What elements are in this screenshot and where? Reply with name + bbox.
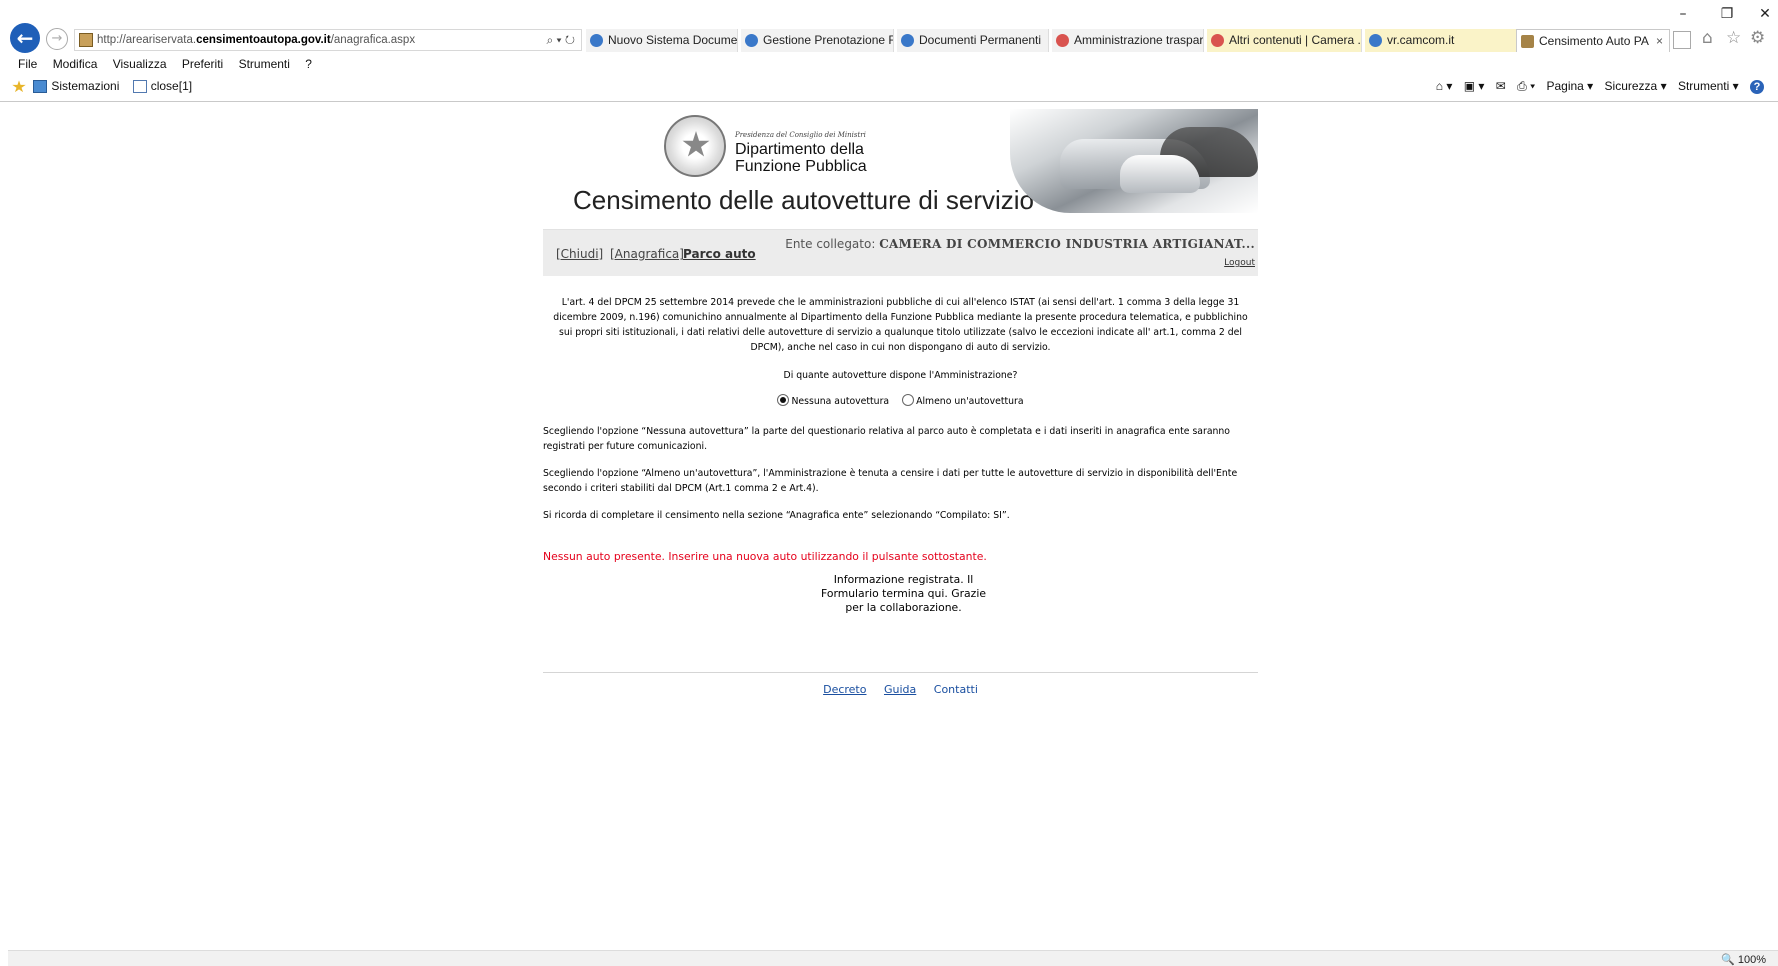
tab-label: vr.camcom.it <box>1387 33 1455 47</box>
tab-nuovo-sistema[interactable]: Nuovo Sistema Docume... <box>586 29 738 52</box>
error-message: Nessun auto presente. Inserire una nuova… <box>543 550 987 563</box>
close-window-button[interactable]: ✕ <box>1750 6 1778 22</box>
site-nav: [Chiudi] [Anagrafica] Parco auto Ente co… <box>543 229 1258 276</box>
menu-pagina[interactable]: Pagina ▾ <box>1546 79 1593 93</box>
command-bar: ⌂ ▾ ▣ ▾ ✉ ⎙ ▾ Pagina ▾ Sicurezza ▾ Strum… <box>1428 79 1764 94</box>
ie-page-icon <box>33 80 48 94</box>
print-icon[interactable]: ⎙ ▾ <box>1517 79 1535 93</box>
page-icon <box>1521 35 1534 48</box>
tab-vr-camcom[interactable]: vr.camcom.it <box>1365 29 1517 52</box>
zoom-level[interactable]: 🔍 100% <box>1721 953 1766 966</box>
tab-label: Censimento Auto PA <box>1539 34 1649 48</box>
page-content: Presidenza del Consiglio dei Ministri Di… <box>543 107 1258 696</box>
close-tab-icon[interactable]: × <box>1656 30 1663 52</box>
help-icon[interactable]: ? <box>1750 80 1764 94</box>
site-header: Presidenza del Consiglio dei Ministri Di… <box>543 107 1258 225</box>
ie-icon <box>1369 34 1382 47</box>
site-favicon-icon <box>79 33 93 47</box>
favorite-sistemazioni[interactable]: Sistemazioni <box>51 79 119 93</box>
tab-label: Documenti Permanenti <box>919 33 1042 47</box>
site-icon <box>1056 34 1069 47</box>
address-domain: censimentoautopa.gov.it <box>196 34 331 46</box>
site-icon <box>1211 34 1224 47</box>
ente-collegato: Ente collegato: CAMERA DI COMMERCIO INDU… <box>785 237 1255 251</box>
menu-modifica[interactable]: Modifica <box>53 57 98 71</box>
address-path: /anagrafica.aspx <box>330 34 416 46</box>
tab-censimento-auto-pa[interactable]: Censimento Auto PA × <box>1516 29 1670 52</box>
new-tab-button[interactable] <box>1673 31 1691 49</box>
mail-icon[interactable]: ✉ <box>1496 79 1506 93</box>
option-some-explanation: Scegliendo l'opzione “Almeno un'autovett… <box>543 468 1238 494</box>
minimize-button[interactable]: – <box>1668 6 1698 22</box>
tab-label: Amministrazione traspar... <box>1074 33 1204 47</box>
feeds-icon[interactable]: ▣ ▾ <box>1464 79 1485 93</box>
menu-bar: File Modifica Visualizza Preferiti Strum… <box>18 57 324 71</box>
menu-preferiti[interactable]: Preferiti <box>182 57 223 71</box>
favorites-star-icon[interactable] <box>12 80 26 93</box>
tab-label: Gestione Prenotazione R... <box>763 33 894 47</box>
radio-nessuna-autovettura[interactable] <box>777 394 790 406</box>
address-tools[interactable]: ⌕ ▾ ↻ <box>546 30 575 50</box>
intro-text: L'art. 4 del DPCM 25 settembre 2014 prev… <box>553 297 1248 353</box>
status-bar: 🔍 100% <box>8 950 1778 966</box>
home-icon[interactable]: ⌂ ▾ <box>1436 79 1453 93</box>
ente-label: Ente collegato: <box>785 237 876 251</box>
tab-altri-contenuti[interactable]: Altri contenuti | Camera ... <box>1207 29 1362 52</box>
tab-documenti-permanenti[interactable]: Documenti Permanenti <box>897 29 1049 52</box>
favorites-bar: Sistemazioni close[1] <box>12 79 192 94</box>
dept-line1: Dipartimento della <box>735 141 864 158</box>
italian-republic-emblem-icon <box>664 115 726 177</box>
menu-visualizza[interactable]: Visualizza <box>113 57 167 71</box>
tab-gestione-prenotazione[interactable]: Gestione Prenotazione R... <box>741 29 894 52</box>
cars-banner-image <box>1010 109 1258 213</box>
option-none-explanation: Scegliendo l'opzione “Nessuna autovettur… <box>543 426 1230 452</box>
dept-line2: Funzione Pubblica <box>735 158 867 175</box>
ente-name: CAMERA DI COMMERCIO INDUSTRIA ARTIGIANAT… <box>879 237 1255 251</box>
vehicle-count-radio-group: Nessuna autovettura Almeno un'autovettur… <box>543 394 1258 407</box>
footer-guida-link[interactable]: Guida <box>884 683 916 696</box>
reminder-text: Si ricorda di completare il censimento n… <box>543 510 1010 521</box>
presidenza-label: Presidenza del Consiglio dei Ministri <box>735 131 866 139</box>
home-icon[interactable]: ⌂ <box>1702 28 1713 48</box>
restore-button[interactable]: ❐ <box>1712 6 1742 22</box>
tab-label: Altri contenuti | Camera ... <box>1229 33 1362 47</box>
ie-icon <box>745 34 758 47</box>
settings-gear-icon[interactable]: ⚙ <box>1750 28 1765 48</box>
back-button[interactable]: ← <box>10 23 40 53</box>
browser-chrome: – ❐ ✕ ← → http://areariservata.censiment… <box>0 0 1778 102</box>
address-prefix: http://areariservata. <box>97 34 197 46</box>
favorite-close[interactable]: close[1] <box>151 79 192 93</box>
menu-strumenti[interactable]: Strumenti <box>239 57 290 71</box>
tab-amministrazione-trasparente[interactable]: Amministrazione traspar... <box>1052 29 1204 52</box>
nav-anagrafica-link[interactable]: [Anagrafica] <box>610 247 684 261</box>
radio-label-none[interactable]: Nessuna autovettura <box>791 396 889 407</box>
department-name: Dipartimento della Funzione Pubblica <box>735 141 867 175</box>
document-icon <box>132 80 147 94</box>
radio-label-some[interactable]: Almeno un'autovettura <box>916 396 1023 407</box>
confirmation-message: Informazione registrata. Il Formulario t… <box>821 573 986 614</box>
nav-parco-auto-link[interactable]: Parco auto <box>683 247 756 261</box>
footer-decreto-link[interactable]: Decreto <box>823 683 866 696</box>
footer-contatti-link[interactable]: Contatti <box>934 683 978 696</box>
radio-almeno-una-autovettura[interactable] <box>902 394 915 406</box>
logout-link[interactable]: Logout <box>1224 258 1255 268</box>
favorites-star-icon[interactable]: ☆ <box>1726 28 1741 48</box>
ie-icon <box>901 34 914 47</box>
menu-file[interactable]: File <box>18 57 37 71</box>
nav-chiudi-link[interactable]: [Chiudi] <box>556 247 603 261</box>
tab-label: Nuovo Sistema Docume... <box>608 33 738 47</box>
page-title: Censimento delle autovetture di servizio <box>573 185 1035 215</box>
address-bar[interactable]: http://areariservata.censimentoautopa.go… <box>74 29 582 51</box>
menu-sicurezza[interactable]: Sicurezza ▾ <box>1605 79 1667 93</box>
question-text: Di quante autovetture dispone l'Amminist… <box>783 370 1018 381</box>
menu-strumenti-cmd[interactable]: Strumenti ▾ <box>1678 79 1739 93</box>
ie-icon <box>590 34 603 47</box>
forward-button[interactable]: → <box>46 28 68 50</box>
site-footer: Decreto Guida Contatti <box>543 672 1258 696</box>
menu-help[interactable]: ? <box>305 57 312 71</box>
